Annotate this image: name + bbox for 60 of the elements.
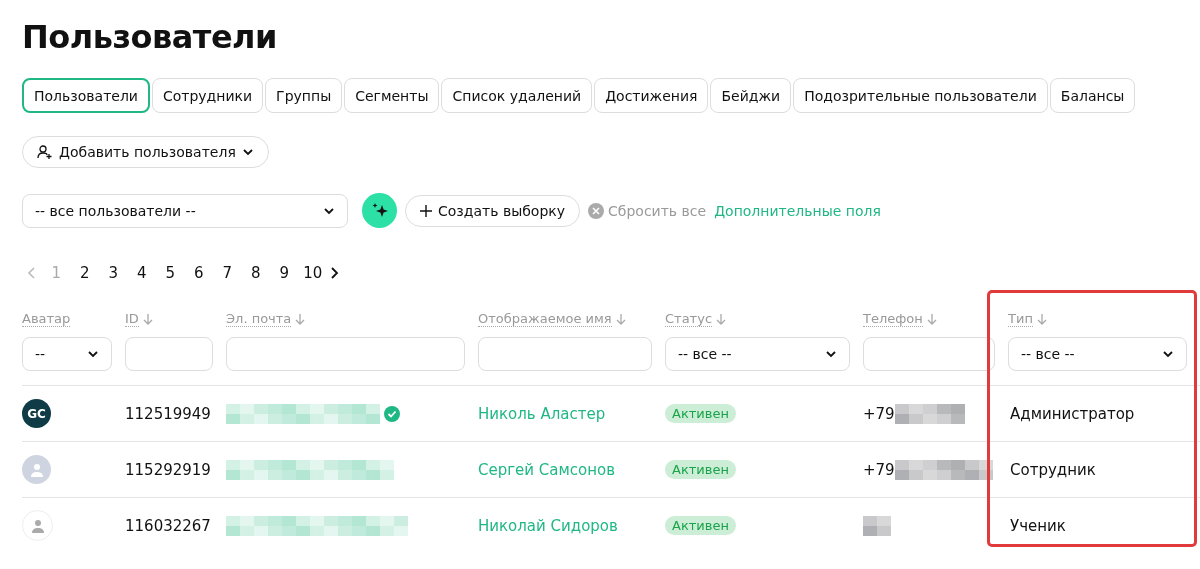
- tab[interactable]: Список удалений: [441, 78, 593, 113]
- menu-item[interactable]: Администратор: [1008, 404, 1135, 423]
- chevron-down-icon: [825, 348, 837, 360]
- table-cell: 116032267: [125, 516, 211, 535]
- sort-arrow-icon: [716, 313, 727, 325]
- status-badge: Активен: [665, 460, 736, 479]
- person-icon: [30, 518, 45, 533]
- status-badge: Активен: [665, 516, 736, 535]
- add-user-button[interactable]: Добавить пользователя: [22, 136, 269, 168]
- tab[interactable]: Сегменты: [344, 78, 440, 113]
- filter-field[interactable]: [478, 337, 652, 371]
- table-cell: +79: [863, 404, 895, 423]
- sort-arrow-icon: [615, 313, 626, 325]
- segment-select[interactable]: -- все пользователи --: [22, 193, 348, 228]
- chevron-down-icon: [241, 146, 254, 158]
- table-cell: +79: [863, 460, 895, 479]
- tab[interactable]: Сотрудники: [151, 78, 264, 113]
- sort-arrow-icon: [142, 313, 153, 325]
- page-link[interactable]: 4: [127, 264, 156, 282]
- table-cell: 115292919: [125, 460, 211, 479]
- page-link[interactable]: 8: [241, 264, 270, 282]
- filter-field[interactable]: [863, 337, 995, 371]
- page-link[interactable]: 9: [270, 264, 299, 282]
- sort-arrow-icon: [1036, 313, 1047, 325]
- person-icon: [29, 462, 44, 477]
- tab[interactable]: Пользователи: [22, 78, 150, 113]
- sort-arrow-icon: [295, 313, 306, 325]
- page-link[interactable]: 2: [70, 264, 99, 282]
- verified-icon: [384, 405, 400, 422]
- plus-icon: [420, 204, 432, 217]
- page-link[interactable]: 10: [298, 264, 327, 282]
- clear-icon: [588, 202, 605, 219]
- filter-field[interactable]: [226, 337, 465, 371]
- page-link[interactable]: 6: [184, 264, 213, 282]
- tab[interactable]: Группы: [265, 78, 343, 113]
- status-badge: Активен: [665, 404, 736, 423]
- menu-item[interactable]: Сотрудник: [1008, 460, 1096, 479]
- filter-select[interactable]: -- все --: [1008, 337, 1187, 371]
- sort-arrow-icon: [926, 313, 937, 325]
- page-link[interactable]: 5: [156, 264, 185, 282]
- filter-select[interactable]: -- все --: [665, 337, 850, 371]
- filter-field[interactable]: [125, 337, 213, 371]
- ai-button[interactable]: [362, 193, 397, 228]
- redacted-phone: [894, 403, 965, 424]
- tab[interactable]: Балансы: [1049, 78, 1136, 113]
- chevron-down-icon: [87, 348, 99, 360]
- tab[interactable]: Бейджи: [710, 78, 792, 113]
- redacted-phone: [863, 515, 891, 536]
- create-selection-button[interactable]: Создать выборку: [405, 194, 581, 227]
- menu-item[interactable]: Ученик: [1008, 516, 1066, 535]
- page-title: Пользователи: [22, 18, 278, 56]
- filter-select[interactable]: --: [22, 337, 112, 371]
- tab[interactable]: Подозрительные пользователи: [793, 78, 1048, 113]
- avatar: GC: [22, 399, 51, 428]
- add-user-icon: [37, 144, 53, 160]
- page-link[interactable]: 7: [213, 264, 242, 282]
- table-cell: 112519949: [125, 404, 211, 423]
- tab[interactable]: Достижения: [594, 78, 709, 113]
- chevron-down-icon: [1162, 348, 1174, 360]
- page-link[interactable]: 3: [99, 264, 128, 282]
